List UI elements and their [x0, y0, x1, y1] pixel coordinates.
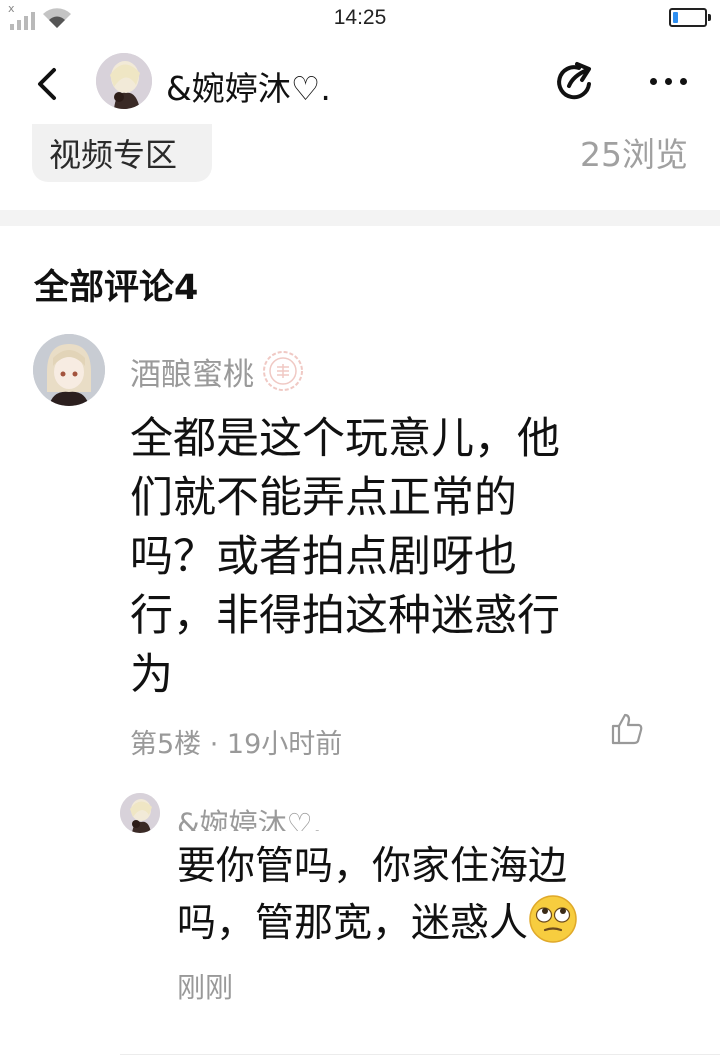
reply-time: 刚刚	[177, 971, 234, 1004]
comment-line: 们就不能弄点正常的	[130, 473, 517, 523]
more-icon[interactable]	[650, 73, 694, 89]
share-icon[interactable]	[553, 60, 597, 104]
commenter-name-row: 酒酿蜜桃	[130, 348, 306, 394]
reply-username[interactable]: &婉婷沐♡.	[177, 801, 322, 831]
comment-line: 全都是这个玩意儿，他	[130, 414, 560, 464]
status-bar: x 14:25	[0, 0, 720, 40]
battery-level	[673, 12, 678, 23]
commenter-name[interactable]: 酒酿蜜桃	[130, 349, 254, 394]
view-count: 25浏览	[580, 135, 688, 174]
comment-line: 为	[130, 650, 173, 700]
badge-icon	[263, 351, 303, 391]
reply-line-text: 吗，管那宽，迷惑人	[177, 901, 529, 946]
author-name[interactable]: &婉婷沐♡.	[166, 62, 331, 110]
author-avatar[interactable]	[96, 53, 152, 109]
thumbs-up-icon[interactable]	[610, 712, 644, 746]
battery-icon	[669, 8, 711, 27]
eye-roll-emoji-icon	[529, 895, 577, 943]
comment-line: 行，非得拍这种迷惑行	[130, 591, 560, 641]
reply-avatar[interactable]	[120, 793, 160, 833]
comment-line: 吗？或者拍点剧呀也	[130, 532, 517, 582]
nav-bar: &婉婷沐♡.	[0, 40, 720, 130]
comment-body: 全都是这个玩意儿，他 们就不能弄点正常的 吗？或者拍点剧呀也 行，非得拍这种迷惑…	[130, 410, 650, 705]
topic-tag[interactable]: 视频专区	[32, 124, 212, 182]
reply-divider	[120, 1054, 720, 1055]
chevron-left-icon[interactable]	[30, 64, 66, 104]
comment-meta: 第5楼 · 19小时前	[130, 729, 343, 760]
reply-line: 要你管吗，你家住海边	[177, 844, 568, 889]
commenter-avatar[interactable]	[33, 334, 105, 406]
reply-body: 要你管吗，你家住海边 吗，管那宽，迷惑人	[177, 840, 637, 951]
comments-title: 全部评论4	[34, 268, 199, 308]
reply-line: 吗，管那宽，迷惑人	[177, 894, 637, 951]
section-divider	[0, 210, 720, 226]
status-time: 14:25	[333, 6, 387, 29]
